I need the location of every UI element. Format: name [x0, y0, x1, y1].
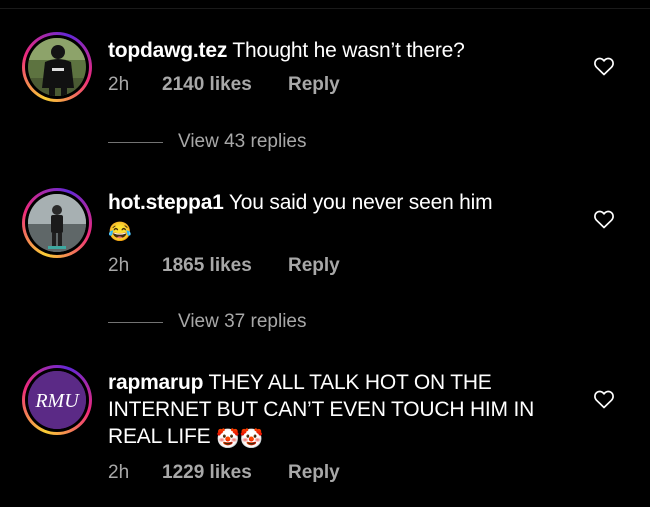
- comment-text: You said you never seen him: [228, 191, 493, 214]
- view-replies-label: View 43 replies: [178, 131, 307, 152]
- comment-body: hot.steppa1 You said you never seen him …: [108, 189, 578, 246]
- heart-icon[interactable]: [592, 207, 616, 231]
- replies-divider: [108, 321, 163, 323]
- comment-time: 2h: [108, 74, 130, 95]
- comment-meta: 2h 1865 likes Reply: [108, 255, 340, 277]
- avatar[interactable]: [22, 32, 92, 102]
- comment-username[interactable]: rapmarup: [108, 371, 203, 394]
- comment-meta: 2h 2140 likes Reply: [108, 74, 340, 96]
- top-divider: [0, 8, 650, 9]
- heart-icon[interactable]: [592, 387, 616, 411]
- comment-body: topdawg.tez Thought he wasn’t there?: [108, 37, 578, 64]
- person-standing-photo: [28, 194, 86, 252]
- comment-body: rapmarup THEY ALL TALK HOT ON THE INTERN…: [108, 369, 578, 453]
- comment-time: 2h: [108, 255, 130, 276]
- view-replies-button[interactable]: View 43 replies: [108, 131, 307, 153]
- reply-button[interactable]: Reply: [288, 462, 340, 484]
- comment-meta: 2h 1229 likes Reply: [108, 462, 340, 484]
- avatar[interactable]: [22, 188, 92, 258]
- view-replies-label: View 37 replies: [178, 311, 307, 332]
- svg-text:RMU: RMU: [34, 390, 80, 412]
- laughing-emoji: 😂: [108, 222, 132, 243]
- reply-button[interactable]: Reply: [288, 255, 340, 277]
- person-in-black-hoodie-photo: [28, 38, 86, 96]
- heart-icon[interactable]: [592, 54, 616, 78]
- likes-count[interactable]: 1865 likes: [162, 255, 288, 277]
- comment-username[interactable]: topdawg.tez: [108, 39, 227, 62]
- likes-count[interactable]: 1229 likes: [162, 462, 288, 484]
- replies-divider: [108, 141, 163, 143]
- avatar[interactable]: RMU: [22, 365, 92, 435]
- likes-count[interactable]: 2140 likes: [162, 74, 288, 96]
- reply-button[interactable]: Reply: [288, 74, 340, 96]
- comment-time: 2h: [108, 462, 130, 483]
- rmu-logo: RMU: [28, 371, 86, 429]
- comment-username[interactable]: hot.steppa1: [108, 191, 224, 214]
- comment-text: Thought he wasn’t there?: [232, 39, 465, 62]
- clown-emoji: 🤡🤡: [216, 429, 264, 450]
- view-replies-button[interactable]: View 37 replies: [108, 311, 307, 333]
